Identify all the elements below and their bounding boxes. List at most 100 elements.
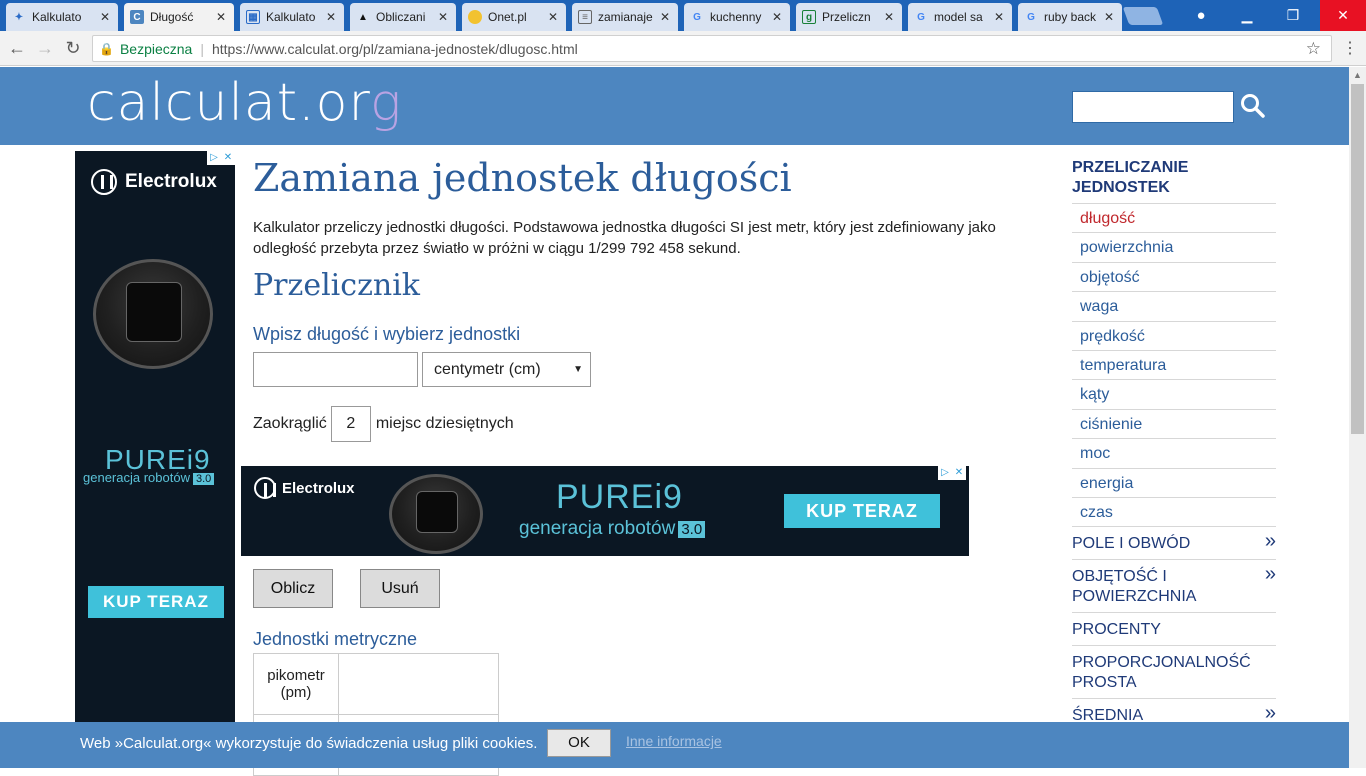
expand-chevron-icon[interactable]: » — [1265, 703, 1276, 723]
close-tab-icon[interactable]: ✕ — [882, 10, 896, 24]
sidebar-item-temperatura[interactable]: temperatura — [1072, 351, 1276, 381]
close-tab-icon[interactable]: ✕ — [436, 10, 450, 24]
minimize-icon[interactable]: ▁ — [1224, 0, 1270, 31]
brand-text: Electrolux — [282, 479, 355, 497]
tab-5[interactable]: Onet.pl ✕ — [462, 3, 566, 31]
page-scrollbar[interactable]: ▲ — [1349, 67, 1366, 768]
expand-chevron-icon[interactable]: » — [1265, 531, 1276, 551]
close-tab-icon[interactable]: ✕ — [324, 10, 338, 24]
sidebar-item-moc[interactable]: moc — [1072, 439, 1276, 469]
tab-3[interactable]: ▦ Kalkulato ✕ — [240, 3, 344, 31]
electrolux-logo: Electrolux — [91, 169, 217, 195]
sidebar-category-pole[interactable]: POLE I OBWÓD » — [1072, 527, 1276, 561]
tab-title: Kalkulato — [266, 10, 316, 24]
url-field[interactable]: 🔒 Bezpieczna | https://www.calculat.org/… — [92, 35, 1332, 62]
decimal-places-input[interactable]: 2 — [330, 406, 371, 442]
sidebar-category-procenty[interactable]: PROCENTY — [1072, 613, 1276, 647]
left-advertisement[interactable]: ▷ ✕ Electrolux PUREi9 generacja robotów 3… — [75, 151, 235, 731]
tagline-text: generacja robotów — [83, 470, 190, 485]
scroll-up-arrow-icon[interactable]: ▲ — [1349, 67, 1366, 84]
tab-4[interactable]: ▲ Obliczani ✕ — [350, 3, 456, 31]
sidebar: PRZELICZANIE JEDNOSTEK długość powierzch… — [1072, 155, 1276, 733]
length-input[interactable] — [253, 352, 418, 387]
tab-title: Długość — [150, 10, 194, 24]
cookie-banner: Web »Calculat.org« wykorzystuje do świad… — [0, 722, 1349, 768]
sidebar-item-czas[interactable]: czas — [1072, 498, 1276, 528]
converter-heading: Przelicznik — [253, 268, 420, 303]
close-tab-icon[interactable]: ✕ — [214, 10, 228, 24]
window-close-icon[interactable]: ✕ — [1320, 0, 1366, 31]
ad-left-tagline: generacja robotów 3.0 — [83, 469, 215, 487]
ad-close-icon[interactable]: ✕ — [952, 466, 966, 480]
browser-tab-bar: ✦ Kalkulato ✕ C Długość ✕ ▦ Kalkulato ✕ … — [0, 0, 1366, 31]
tab-title: zamianaje — [598, 10, 653, 24]
calculat-favicon-icon: C — [130, 10, 144, 24]
tagline-text: generacja robotów — [519, 518, 676, 539]
tab-6[interactable]: ≡ zamianaje ✕ — [572, 3, 678, 31]
electrolux-logo: Electrolux — [254, 477, 355, 499]
unit-select[interactable]: centymetr (cm) ▼ — [422, 352, 591, 387]
grid-favicon-icon: ▦ — [246, 10, 260, 24]
tab-title: Onet.pl — [488, 10, 527, 24]
search-icon[interactable] — [1240, 93, 1266, 119]
sidebar-item-waga[interactable]: waga — [1072, 292, 1276, 322]
close-tab-icon[interactable]: ✕ — [1102, 10, 1116, 24]
tab-8[interactable]: g Przeliczn ✕ — [796, 3, 902, 31]
tab-2-active[interactable]: C Długość ✕ — [124, 3, 234, 31]
close-tab-icon[interactable]: ✕ — [992, 10, 1006, 24]
onet-favicon-icon — [468, 10, 482, 24]
adchoices-icon[interactable]: ▷ — [207, 151, 221, 165]
logo-g: g — [369, 73, 403, 133]
bookmark-star-icon[interactable]: ☆ — [1306, 39, 1321, 59]
expand-chevron-icon[interactable]: » — [1265, 564, 1276, 584]
ad-banner-tagline: generacja robotów 3.0 — [519, 518, 706, 540]
tab-1[interactable]: ✦ Kalkulato ✕ — [6, 3, 118, 31]
scroll-thumb[interactable] — [1351, 84, 1364, 434]
url-text: https://www.calculat.org/pl/zamiana-jedn… — [211, 40, 578, 57]
tab-9[interactable]: G model sa ✕ — [908, 3, 1012, 31]
close-tab-icon[interactable]: ✕ — [658, 10, 672, 24]
buy-now-button[interactable]: KUP TERAZ — [88, 586, 224, 618]
adchoices-icon[interactable]: ▷ — [938, 466, 952, 480]
sidebar-item-katy[interactable]: kąty — [1072, 380, 1276, 410]
robot-vacuum-image — [389, 474, 483, 554]
sidebar-category-objetosc[interactable]: OBJĘTOŚĆ I POWIERZCHNIA » — [1072, 560, 1276, 614]
sidebar-item-cisnienie[interactable]: ciśnienie — [1072, 410, 1276, 440]
search-input[interactable] — [1072, 91, 1234, 123]
sidebar-category-proporcjonalnosc[interactable]: PROPORCJONALNOŚĆ PROSTA — [1072, 646, 1276, 700]
intro-text: Kalkulator przeliczy jednostki długości.… — [253, 219, 996, 257]
robot-panel — [416, 491, 458, 533]
ad-close-icon[interactable]: ✕ — [221, 151, 235, 165]
tab-7[interactable]: G kuchenny ✕ — [684, 3, 790, 31]
wing-favicon-icon: ✦ — [14, 11, 24, 23]
restore-icon[interactable]: ❐ — [1270, 0, 1316, 31]
tab-title: Obliczani — [376, 10, 426, 24]
back-arrow-icon[interactable]: ← — [6, 37, 28, 59]
reload-icon[interactable]: ↻ — [62, 37, 84, 59]
buy-now-button[interactable]: KUP TERAZ — [784, 494, 940, 528]
tab-10[interactable]: G ruby back ✕ — [1018, 3, 1122, 31]
user-profile-icon[interactable]: ● — [1178, 0, 1224, 31]
tab-title: ruby back — [1044, 10, 1097, 24]
sidebar-item-dlugosc[interactable]: długość — [1072, 204, 1276, 234]
close-tab-icon[interactable]: ✕ — [98, 10, 112, 24]
round-label: Zaokrąglić — [253, 415, 327, 432]
sidebar-item-objetosc[interactable]: objętość — [1072, 263, 1276, 293]
sidebar-item-powierzchnia[interactable]: powierzchnia — [1072, 233, 1276, 263]
close-tab-icon[interactable]: ✕ — [546, 10, 560, 24]
document-favicon-icon: ≡ — [578, 10, 592, 24]
cookie-more-info-link[interactable]: Inne informacje — [626, 733, 722, 749]
sidebar-item-predkosc[interactable]: prędkość — [1072, 322, 1276, 351]
cookie-ok-button[interactable]: OK — [547, 729, 611, 757]
banner-advertisement[interactable]: ▷ ✕ Electrolux PUREi9 generacja robotów 3… — [241, 466, 969, 556]
electrolux-mark-icon — [254, 477, 276, 499]
forward-arrow-icon[interactable]: → — [34, 37, 56, 59]
site-logo[interactable]: calculat.org — [87, 73, 402, 133]
browser-menu-icon[interactable]: ⋮ — [1342, 38, 1358, 58]
new-tab-button[interactable] — [1122, 7, 1164, 25]
clear-button[interactable]: Usuń — [360, 569, 440, 608]
sidebar-item-energia[interactable]: energia — [1072, 469, 1276, 498]
close-tab-icon[interactable]: ✕ — [770, 10, 784, 24]
tab-title: Kalkulato — [32, 10, 82, 24]
calculate-button[interactable]: Oblicz — [253, 569, 333, 608]
